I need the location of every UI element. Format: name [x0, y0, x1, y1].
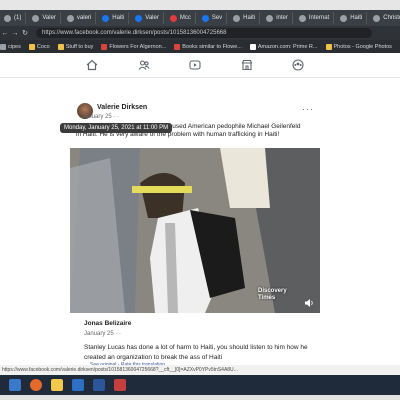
facebook-nav: [0, 53, 400, 78]
address-bar: ← → ↻ https://www.facebook.com/valerie.d…: [0, 26, 400, 40]
bookmark-item[interactable]: Coco: [28, 43, 50, 50]
post-author[interactable]: Valerie Dirksen: [97, 104, 147, 111]
comment-author[interactable]: Jonas Belizaire: [84, 320, 131, 327]
browser-tab[interactable]: Valer: [131, 12, 164, 24]
file-explorer-icon[interactable]: [51, 379, 63, 391]
tab-favicon-icon: [340, 14, 348, 22]
tab-label: valeri: [76, 15, 92, 21]
tab-label: (1): [14, 15, 22, 21]
reload-icon[interactable]: ↻: [20, 29, 30, 37]
tab-strip: (1) Valer valeri Haiti Valer Mcc Sev Haiti inter…: [0, 10, 400, 26]
tab-label: Sev: [211, 15, 223, 21]
date-tooltip: Monday, January 25, 2021 at 11:00 PM: [60, 123, 173, 133]
tab-favicon-icon: [233, 14, 241, 22]
tab-label: Haiti: [112, 15, 125, 21]
bookmark-label: Coco: [36, 43, 50, 50]
browser-tab[interactable]: Haiti: [98, 12, 130, 24]
tab-label: Haiti: [243, 15, 256, 21]
tab-favicon-icon: [373, 14, 381, 22]
post-date[interactable]: January 25 · ·: [82, 114, 119, 120]
comment-text: Stanley Lucas has done a lot of harm to …: [84, 344, 308, 361]
taskbar: [0, 375, 400, 395]
firefox-icon[interactable]: [30, 379, 42, 391]
tab-label: Internat: [308, 15, 330, 21]
browser-tab[interactable]: Christo: [369, 12, 400, 24]
bookmarks-bar: cipes Coco Stuff to buy Flowers For Algerno…: [0, 40, 400, 53]
bookmark-label: cipes: [8, 43, 21, 50]
tab-favicon-icon: [169, 14, 177, 22]
bookmark-item[interactable]: cipes: [0, 43, 21, 50]
tab-favicon-icon: [102, 14, 110, 22]
tab-favicon-icon: [66, 14, 74, 22]
forward-icon[interactable]: →: [10, 30, 20, 37]
marketplace-icon[interactable]: [241, 59, 253, 71]
video-watermark: Discovery Times: [258, 288, 287, 301]
tab-favicon-icon: [4, 14, 11, 22]
watch-icon[interactable]: [189, 59, 201, 71]
tab-label: inter: [276, 15, 288, 21]
tab-label: Christo: [383, 15, 400, 21]
browser-tab[interactable]: Valer: [28, 12, 61, 24]
home-icon[interactable]: [86, 59, 98, 71]
bookmark-item[interactable]: Books similar to Flowe...: [174, 43, 242, 50]
browser-tab[interactable]: Mcc: [166, 12, 196, 24]
bookmark-label: Stuff to buy: [65, 43, 94, 50]
tab-label: Valer: [42, 15, 56, 21]
scan-bottom-edge: [0, 395, 400, 400]
tab-label: Mcc: [179, 15, 191, 21]
bookmark-icon: [0, 43, 6, 50]
bookmark-label: Flowers For Algernon...: [109, 43, 167, 50]
more-options-icon[interactable]: ···: [302, 104, 314, 114]
bookmark-item[interactable]: Flowers For Algernon...: [101, 43, 167, 50]
screen: (1) Valer valeri Haiti Valer Mcc Sev Haiti inter…: [0, 10, 400, 395]
tab-label: Valer: [145, 15, 159, 21]
url-input[interactable]: https://www.facebook.com/valerie.dirksen…: [36, 28, 372, 38]
bookmark-item[interactable]: Stuff to buy: [57, 43, 94, 50]
browser-tab[interactable]: Haiti: [229, 12, 261, 24]
browser-tab[interactable]: Haiti: [336, 12, 368, 24]
groups-icon[interactable]: [292, 59, 304, 71]
acrobat-icon[interactable]: [114, 379, 126, 391]
comment-date[interactable]: January 25 · ·: [84, 331, 121, 337]
edge-icon[interactable]: [72, 379, 84, 391]
bookmark-icon: [101, 43, 108, 50]
tab-favicon-icon: [135, 14, 143, 22]
bookmark-label: Amazon.com: Prime R...: [257, 43, 318, 50]
browser-tab[interactable]: Internat: [295, 12, 335, 24]
post-text-line-1: ople accused American pedophile Michael …: [148, 123, 301, 130]
browser-tab[interactable]: valeri: [63, 12, 97, 24]
bookmark-label: Photos - Google Photos: [333, 43, 392, 50]
tab-favicon-icon: [32, 14, 40, 22]
bookmark-label: Books similar to Flowe...: [182, 43, 242, 50]
browser-tab[interactable]: Sev: [198, 12, 228, 24]
bookmark-icon: [174, 43, 181, 50]
tab-favicon-icon: [266, 14, 274, 22]
start-icon[interactable]: [9, 379, 21, 391]
status-bar-url: https://www.facebook.com/valerie.dirksen…: [0, 365, 400, 375]
tab-favicon-icon: [201, 14, 209, 22]
bookmark-icon: [57, 43, 64, 50]
bookmark-icon: [325, 43, 332, 50]
bookmark-icon: [249, 43, 256, 50]
bookmark-item[interactable]: Amazon.com: Prime R...: [249, 43, 318, 50]
post-video[interactable]: Discovery Times: [70, 148, 320, 313]
tab-favicon-icon: [298, 14, 306, 22]
bookmark-item[interactable]: Photos - Google Photos: [325, 43, 392, 50]
back-icon[interactable]: ←: [0, 30, 10, 37]
word-icon[interactable]: [93, 379, 105, 391]
browser-tab[interactable]: inter: [262, 12, 293, 24]
volume-icon[interactable]: [304, 298, 314, 308]
friends-icon[interactable]: [138, 59, 150, 71]
browser-tab[interactable]: (1): [0, 12, 27, 24]
bookmark-icon: [28, 43, 35, 50]
tab-label: Haiti: [350, 15, 363, 21]
